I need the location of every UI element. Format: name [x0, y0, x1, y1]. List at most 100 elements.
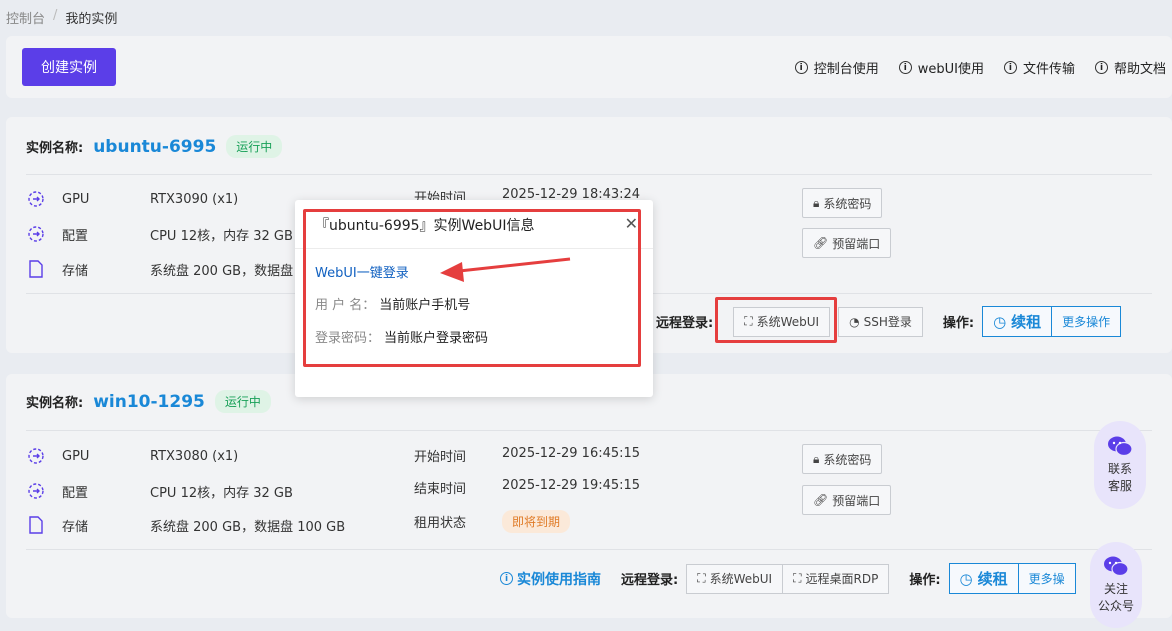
spec-label: 配置 [62, 228, 89, 244]
wechat-icon [1103, 555, 1129, 577]
system-password-button[interactable]: 🔒︎ 系统密码 [802, 444, 883, 474]
more-actions-button[interactable]: 更多操作 [1052, 306, 1122, 337]
cpu-icon [26, 481, 46, 501]
float-label: 关注 [1103, 582, 1128, 596]
system-webui-button[interactable]: ⛶ 系统WebUI [686, 563, 784, 594]
system-webui-button[interactable]: ⛶ 系统WebUI [733, 306, 831, 337]
webui-info-popup: 『ubuntu-6995』实例WebUI信息 ✕ WebUI一键登录 用 户 名… [295, 200, 653, 397]
instance-actions: i 实例使用指南 远程登录: ⛶ 系统WebUI ⛶ 远程桌面RDP 操作: ◷ 续租 … [500, 563, 1076, 594]
instance-name-label: 实例名称: [26, 141, 84, 156]
divider [295, 248, 653, 249]
toolbar: 创建实例 i 控制台使用 i webUI使用 i 文件传输 i 帮助文档 [6, 36, 1172, 98]
renew-button[interactable]: ◷ 续租 [982, 306, 1053, 337]
float-label: 联系 [1107, 462, 1132, 476]
link-icon: 🔗︎ [813, 236, 829, 250]
wechat-icon [1107, 435, 1133, 457]
cpu-icon [26, 224, 46, 244]
spec-value: 系统盘 200 GB，数据盘 [150, 263, 294, 279]
instance-actions: 远程登录: ⛶ 系统WebUI ◔ SSH登录 操作: ◷ 续租 更多操作 [656, 306, 1122, 337]
breadcrumb: 控制台 / 我的实例 [6, 8, 117, 27]
divider [26, 430, 1152, 431]
operations-group: ◷ 续租 更多操作 [982, 306, 1122, 337]
link-icon: 🔗︎ [813, 493, 829, 507]
expire-badge: 即将到期 [502, 510, 571, 533]
reserve-port-button[interactable]: 🔗︎ 预留端口 [802, 485, 892, 515]
expand-icon: ⛶ [793, 571, 802, 585]
lock-icon: 🔒︎ [813, 451, 820, 466]
breadcrumb-root[interactable]: 控制台 [6, 8, 45, 27]
info-icon: i [1003, 61, 1017, 74]
system-password-button[interactable]: 🔒︎ 系统密码 [802, 188, 883, 218]
remote-login-group: ⛶ 系统WebUI ◔ SSH登录 [721, 306, 923, 337]
instance-card: 实例名称: win10-1295 运行中 GPU RTX3080 (x1) 配置… [6, 374, 1172, 618]
float-label: 公众号 [1097, 599, 1134, 613]
contact-service-button[interactable]: 联系 客服 [1094, 421, 1146, 509]
help-link-webui[interactable]: i webUI使用 [898, 58, 984, 77]
username-label: 用 户 名： [315, 298, 376, 313]
instance-header: 实例名称: win10-1295 运行中 [26, 390, 271, 413]
reserve-port-button[interactable]: 🔗︎ 预留端口 [802, 228, 892, 258]
follow-account-button[interactable]: 关注 公众号 [1090, 542, 1142, 628]
more-actions-button[interactable]: 更多操 [1018, 563, 1076, 594]
gpu-icon [26, 446, 46, 466]
password-label: 登录密码： [315, 331, 381, 346]
instance-name[interactable]: ubuntu-6995 [93, 137, 216, 157]
renew-button[interactable]: ◷ 续租 [948, 563, 1019, 594]
divider [26, 549, 1152, 550]
popup-username-row: 用 户 名： 当前账户手机号 [315, 294, 470, 313]
gpu-icon [26, 189, 46, 209]
clock-icon: ◷ [993, 312, 1007, 331]
start-time-row: 开始时间 2025-12-29 16:45:15 [414, 446, 640, 465]
popup-title: 『ubuntu-6995』实例WebUI信息 [315, 218, 535, 234]
spec-row-gpu: GPU RTX3090 (x1) [26, 189, 238, 209]
info-icon: i [898, 61, 912, 74]
info-icon: i [794, 61, 808, 74]
status-badge: 运行中 [226, 135, 283, 158]
remote-login-label: 远程登录: [621, 573, 679, 588]
spec-value: 系统盘 200 GB，数据盘 100 GB [150, 519, 346, 535]
help-links: i 控制台使用 i webUI使用 i 文件传输 i 帮助文档 [794, 58, 1166, 77]
end-time-value: 2025-12-29 19:45:15 [502, 478, 641, 493]
instance-name[interactable]: win10-1295 [93, 392, 205, 412]
help-link-docs[interactable]: i 帮助文档 [1094, 58, 1166, 77]
ssh-login-button[interactable]: ◔ SSH登录 [838, 306, 923, 337]
expand-icon: ⛶ [697, 571, 706, 585]
breadcrumb-separator: / [53, 8, 58, 23]
spec-value: RTX3080 (x1) [150, 448, 239, 464]
spec-value: RTX3090 (x1) [150, 191, 239, 207]
spec-label: GPU [62, 448, 90, 464]
operations-group: ◷ 续租 更多操 [948, 563, 1076, 594]
end-time-label: 结束时间 [414, 482, 467, 497]
spec-row-storage: 存储 系统盘 200 GB，数据盘 [26, 259, 293, 279]
gauge-icon: ◔ [849, 314, 860, 329]
create-instance-button[interactable]: 创建实例 [22, 48, 116, 86]
help-link-console[interactable]: i 控制台使用 [794, 58, 879, 77]
spec-label: GPU [62, 191, 90, 207]
rent-status-row: 租用状态 即将到期 [414, 510, 571, 533]
spec-label: 存储 [62, 519, 89, 535]
end-time-row: 结束时间 2025-12-29 19:45:15 [414, 478, 640, 497]
info-icon: i [500, 572, 513, 585]
breadcrumb-current: 我的实例 [65, 12, 118, 27]
spec-label: 存储 [62, 263, 89, 279]
info-icon: i [1094, 61, 1108, 74]
spec-row-config: 配置 CPU 12核，内存 32 GB [26, 224, 293, 244]
close-icon[interactable]: ✕ [625, 214, 638, 233]
rdp-login-button[interactable]: ⛶ 远程桌面RDP [782, 563, 890, 594]
username-value: 当前账户手机号 [379, 298, 471, 313]
spec-row-storage: 存储 系统盘 200 GB，数据盘 100 GB [26, 515, 345, 535]
usage-guide-link[interactable]: i 实例使用指南 [500, 569, 601, 589]
start-time-label: 开始时间 [414, 450, 467, 465]
start-time-value: 2025-12-29 16:45:15 [502, 446, 641, 461]
spec-row-config: 配置 CPU 12核，内存 32 GB [26, 481, 293, 501]
popup-password-row: 登录密码： 当前账户登录密码 [315, 327, 488, 346]
spec-label: 配置 [62, 485, 89, 501]
file-icon [26, 259, 46, 279]
file-icon [26, 515, 46, 535]
remote-login-label: 远程登录: [656, 316, 714, 331]
spec-row-gpu: GPU RTX3080 (x1) [26, 446, 238, 466]
webui-login-link[interactable]: WebUI一键登录 [315, 262, 409, 281]
float-label: 客服 [1107, 479, 1132, 493]
status-badge: 运行中 [214, 390, 271, 413]
help-link-file-transfer[interactable]: i 文件传输 [1003, 58, 1075, 77]
